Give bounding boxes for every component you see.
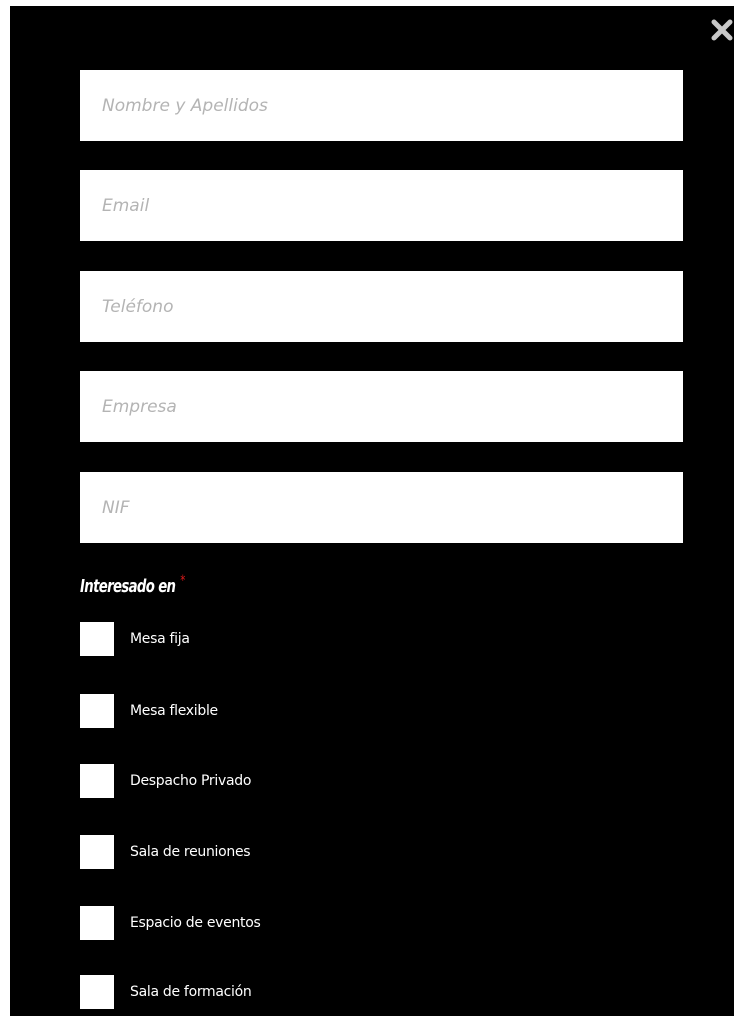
close-icon [711, 19, 733, 41]
interest-option-despacho-privado[interactable]: Despacho Privado [80, 764, 251, 798]
required-asterisk: * [180, 573, 185, 589]
option-label: Mesa flexible [130, 703, 218, 719]
sala-reuniones-checkbox[interactable] [80, 835, 114, 869]
option-label: Sala de reuniones [130, 844, 251, 860]
option-label: Mesa fija [130, 631, 190, 647]
interest-option-sala-reuniones[interactable]: Sala de reuniones [80, 835, 251, 869]
full-name-field[interactable] [80, 70, 683, 141]
despacho-privado-checkbox[interactable] [80, 764, 114, 798]
espacio-eventos-checkbox[interactable] [80, 906, 114, 940]
email-field[interactable] [80, 170, 683, 241]
phone-field[interactable] [80, 271, 683, 342]
contact-form-modal: Interesado en* Mesa fija Mesa flexible D… [10, 6, 734, 1016]
option-label: Sala de formación [130, 984, 252, 1000]
sala-formacion-checkbox[interactable] [80, 975, 114, 1009]
close-button[interactable] [710, 18, 734, 42]
interest-option-espacio-eventos[interactable]: Espacio de eventos [80, 906, 261, 940]
nif-field[interactable] [80, 472, 683, 543]
option-label: Despacho Privado [130, 773, 252, 789]
mesa-fija-checkbox[interactable] [80, 622, 114, 656]
interest-option-mesa-fija[interactable]: Mesa fija [80, 622, 190, 656]
interest-option-sala-formacion[interactable]: Sala de formación [80, 975, 252, 1009]
mesa-flexible-checkbox[interactable] [80, 694, 114, 728]
interest-label-text: Interesado en [80, 576, 176, 597]
interest-option-mesa-flexible[interactable]: Mesa flexible [80, 694, 218, 728]
option-label: Espacio de eventos [130, 915, 261, 931]
interest-label: Interesado en * [80, 573, 185, 597]
company-field[interactable] [80, 371, 683, 442]
